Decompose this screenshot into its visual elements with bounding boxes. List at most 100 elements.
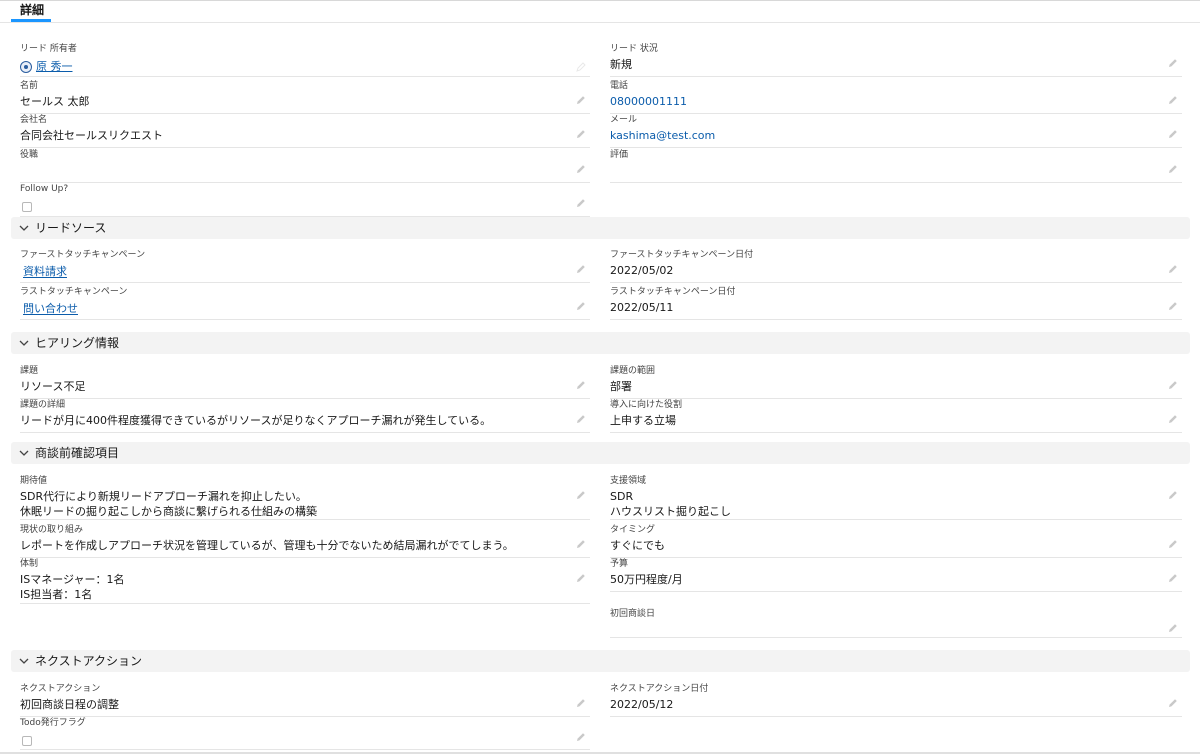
field-current-effort: 現状の取り組み レポートを作成しアプローチ状況を管理しているが、管理も十分でない… — [20, 524, 590, 558]
timing-value: すぐにでも — [610, 539, 665, 552]
field-label: メール — [610, 115, 638, 125]
issue-scope-value: 部署 — [610, 380, 632, 393]
pencil-icon[interactable] — [575, 413, 587, 425]
lead-status-value: 新規 — [610, 58, 632, 71]
section-header-hearing[interactable]: ヒアリング情報 — [11, 332, 1190, 354]
pencil-icon[interactable] — [575, 379, 587, 391]
field-first-meeting-date: 初回商談日 — [610, 608, 1182, 638]
field-rating: 評価 — [610, 149, 1182, 183]
field-label: ファーストタッチキャンペーン日付 — [610, 250, 754, 260]
field-label: リード 所有者 — [20, 44, 77, 54]
expectation-line-2: 休眠リードの掘り起こしから商談に繋げられる仕組みの構築 — [20, 505, 317, 518]
lock-icon — [575, 61, 587, 73]
support-area-line-1: SDR — [610, 490, 634, 503]
field-label: 課題 — [20, 366, 39, 376]
field-label: Follow Up? — [20, 184, 69, 194]
section-header-lead-source[interactable]: リードソース — [11, 217, 1190, 239]
first-touch-date-value: 2022/05/02 — [610, 264, 674, 277]
chevron-down-icon — [19, 658, 29, 664]
tab-details[interactable]: 詳細 — [11, 2, 51, 22]
pencil-icon[interactable] — [1167, 128, 1179, 140]
pencil-icon[interactable] — [575, 263, 587, 275]
field-label: 導入に向けた役割 — [610, 400, 683, 410]
field-timing: タイミング すぐにでも — [610, 524, 1182, 558]
pencil-icon[interactable] — [1167, 489, 1179, 501]
section-title: 商談前確認項目 — [35, 446, 120, 460]
issue-value: リソース不足 — [20, 380, 86, 393]
field-name: 名前 セールス 太郎 — [20, 80, 590, 114]
field-label: 課題の詳細 — [20, 400, 66, 410]
pencil-icon[interactable] — [575, 300, 587, 312]
field-label: 初回商談日 — [610, 609, 656, 619]
field-lead-status: リード 状況 新規 — [610, 43, 1182, 77]
current-effort-value: レポートを作成しアプローチ状況を管理しているが、管理も十分でないため結局漏れがで… — [20, 539, 514, 552]
next-action-value: 初回商談日程の調整 — [20, 698, 119, 711]
pencil-icon[interactable] — [1167, 622, 1179, 634]
email-link[interactable]: kashima@test.com — [610, 128, 715, 143]
pencil-icon[interactable] — [575, 538, 587, 550]
field-next-action: ネクストアクション 初回商談日程の調整 — [20, 683, 590, 717]
field-first-touch-campaign: ファーストタッチキャンペーン 資料請求 — [20, 249, 590, 283]
pencil-icon[interactable] — [575, 94, 587, 106]
pencil-icon[interactable] — [1167, 538, 1179, 550]
lead-owner-value: 原 秀一 — [20, 59, 73, 74]
field-label: 予算 — [610, 559, 629, 569]
field-phone: 電話 08000001111 — [610, 80, 1182, 114]
budget-value: 50万円程度/月 — [610, 573, 683, 586]
field-title: 役職 — [20, 149, 590, 183]
pencil-icon[interactable] — [575, 697, 587, 709]
pencil-icon[interactable] — [1167, 697, 1179, 709]
pencil-icon[interactable] — [575, 197, 587, 209]
field-label: ネクストアクション — [20, 684, 101, 694]
field-email: メール kashima@test.com — [610, 114, 1182, 148]
pencil-icon[interactable] — [1167, 263, 1179, 275]
field-next-action-date: ネクストアクション日付 2022/05/12 — [610, 683, 1182, 717]
phone-link[interactable]: 08000001111 — [610, 94, 687, 109]
field-label: リード 状況 — [610, 44, 658, 54]
support-area-line-2: ハウスリスト掘り起こし — [610, 505, 731, 518]
field-last-touch-date: ラストタッチキャンペーン日付 2022/05/11 — [610, 286, 1182, 320]
pencil-icon[interactable] — [1167, 94, 1179, 106]
pencil-icon[interactable] — [1167, 300, 1179, 312]
field-company: 会社名 合同会社セールスリクエスト — [20, 114, 590, 148]
field-issue-detail: 課題の詳細 リードが月に400件程度獲得できているがリソースが足りなくアプローチ… — [20, 399, 590, 433]
field-label: 期待値 — [20, 476, 48, 486]
field-label: 評価 — [610, 150, 629, 160]
pencil-icon[interactable] — [575, 163, 587, 175]
field-budget: 予算 50万円程度/月 — [610, 558, 1182, 592]
chevron-down-icon — [19, 340, 29, 346]
pencil-icon[interactable] — [1167, 572, 1179, 584]
follow-up-checkbox[interactable] — [22, 202, 32, 212]
section-title: リードソース — [35, 221, 107, 235]
field-label: 名前 — [20, 81, 39, 91]
name-value: セールス 太郎 — [20, 95, 90, 108]
field-label: ラストタッチキャンペーン日付 — [610, 287, 736, 297]
pencil-icon[interactable] — [1167, 413, 1179, 425]
field-label: 課題の範囲 — [610, 366, 656, 376]
field-expectation: 期待値 SDR代行により新規リードアプローチ漏れを抑止したい。 休眠リードの掘り… — [20, 475, 590, 520]
pencil-icon[interactable] — [1167, 57, 1179, 69]
field-label: 支援領域 — [610, 476, 647, 486]
field-first-touch-date: ファーストタッチキャンペーン日付 2022/05/02 — [610, 249, 1182, 283]
structure-line-2: IS担当者：1名 — [20, 588, 93, 601]
chevron-down-icon — [19, 450, 29, 456]
field-label: Todo発行フラグ — [20, 718, 86, 728]
last-touch-campaign-link[interactable]: 問い合わせ — [23, 301, 78, 316]
field-label: 電話 — [610, 81, 629, 91]
pencil-icon[interactable] — [1167, 163, 1179, 175]
lead-owner-link[interactable]: 原 秀一 — [36, 59, 73, 74]
pencil-icon[interactable] — [1167, 379, 1179, 391]
next-action-date-value: 2022/05/12 — [610, 698, 674, 711]
pencil-icon[interactable] — [575, 128, 587, 140]
field-label: タイミング — [610, 525, 656, 535]
pencil-icon[interactable] — [575, 572, 587, 584]
field-label: 現状の取り組み — [20, 525, 84, 535]
pencil-icon[interactable] — [575, 731, 587, 743]
section-header-next-action[interactable]: ネクストアクション — [11, 650, 1190, 672]
pencil-icon[interactable] — [575, 489, 587, 501]
first-touch-campaign-link[interactable]: 資料請求 — [23, 264, 67, 279]
tab-bar: 詳細 — [0, 0, 1200, 23]
section-header-pre-meeting[interactable]: 商談前確認項目 — [11, 442, 1190, 464]
section-title: ネクストアクション — [35, 654, 143, 668]
todo-flag-checkbox[interactable] — [22, 736, 32, 746]
